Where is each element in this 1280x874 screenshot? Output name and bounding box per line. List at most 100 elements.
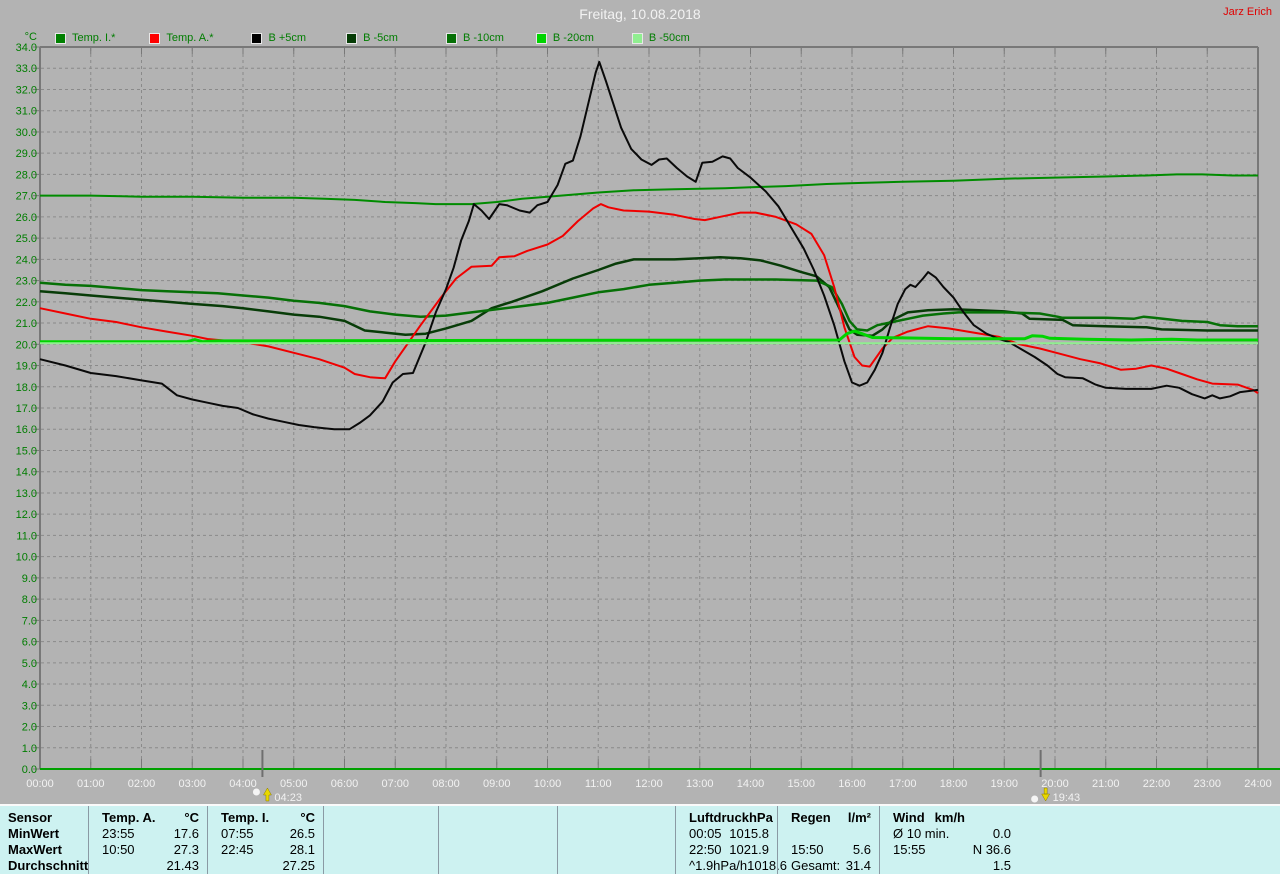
x-tick-label: 18:00 <box>940 778 968 790</box>
table-row <box>324 842 438 858</box>
y-tick-label: 30.0 <box>16 127 37 139</box>
table-row <box>439 826 557 842</box>
x-tick-label: 17:00 <box>889 778 917 790</box>
y-tick-label: 32.0 <box>16 84 37 96</box>
cell-right <box>452 826 549 842</box>
cell-left: Regen <box>791 810 831 825</box>
table-section-header: Temp. A. °C <box>89 810 207 826</box>
sunset-marker-time-label: 19:43 <box>1053 792 1081 804</box>
sunrise-marker-icon <box>252 787 272 802</box>
y-tick-label: 33.0 <box>16 63 37 75</box>
cell-left: 00:05 <box>689 826 722 841</box>
y-tick-label: 9.0 <box>22 573 37 585</box>
table-row <box>558 842 675 858</box>
table-section-header <box>439 810 557 826</box>
table-row: 22:50 1021.9 <box>676 842 777 858</box>
cell-right: 28.1 <box>289 842 315 857</box>
cell-right <box>452 842 549 858</box>
cell-right: hPa <box>748 810 773 825</box>
cell-right: 0.0 <box>992 826 1011 841</box>
sunset-marker-icon <box>1031 787 1051 803</box>
cell-right: km/h <box>934 810 965 825</box>
table-section-header: Temp. I. °C <box>208 810 323 826</box>
x-tick-label: 12:00 <box>635 778 663 790</box>
x-tick-label: 04:00 <box>229 778 257 790</box>
x-tick-label: 11:00 <box>585 778 612 790</box>
cell-right: 5.6 <box>852 842 871 857</box>
y-tick-label: 8.0 <box>22 594 37 606</box>
cell-left: 22:45 <box>221 842 254 857</box>
table-row: 21.43 <box>89 858 207 874</box>
cell-right <box>571 842 667 858</box>
y-tick-label: 24.0 <box>16 254 37 266</box>
cell-left: 07:55 <box>221 826 254 841</box>
x-tick-label: 07:00 <box>381 778 409 790</box>
cell-left: 15:50 <box>791 842 824 857</box>
sunrise-marker-time-label: 04:23 <box>274 792 302 804</box>
cell-left: 15:55 <box>893 842 926 857</box>
x-tick-label: 15:00 <box>787 778 815 790</box>
table-row <box>558 858 675 874</box>
y-tick-label: 21.0 <box>16 318 37 330</box>
table-row-label: MaxWert <box>8 842 62 857</box>
cell-right: N 36.6 <box>972 842 1011 857</box>
y-tick-label: 34.0 <box>16 42 37 54</box>
table-row: 27.25 <box>208 858 323 874</box>
table-section-empty-2 <box>438 806 557 874</box>
table-row: 23:55 17.6 <box>89 826 207 842</box>
x-tick-label: 22:00 <box>1143 778 1171 790</box>
cell-left: 10:50 <box>102 842 135 857</box>
cell-left: Temp. A. <box>102 810 156 825</box>
cell-left: Ø 10 min. <box>893 826 950 841</box>
x-tick-label: 23:00 <box>1193 778 1221 790</box>
cell-right: °C <box>184 810 199 825</box>
cell-right <box>337 858 430 874</box>
y-tick-label: 14.0 <box>16 467 37 479</box>
y-tick-label: 19.0 <box>16 361 37 373</box>
x-tick-label: 13:00 <box>686 778 714 790</box>
x-tick-label: 01:00 <box>77 778 105 790</box>
table-row: 07:55 26.5 <box>208 826 323 842</box>
y-tick-label: 23.0 <box>16 276 37 288</box>
table-section-header <box>558 810 675 826</box>
y-tick-label: 10.0 <box>16 552 37 564</box>
y-tick-label: 20.0 <box>16 339 37 351</box>
y-tick-label: 13.0 <box>16 488 37 500</box>
table-section-empty-3 <box>557 806 675 874</box>
x-tick-label: 03:00 <box>178 778 206 790</box>
y-tick-label: 5.0 <box>22 658 37 670</box>
cell-right: 27.25 <box>282 858 315 873</box>
cell-right: 1015.8 <box>729 826 769 841</box>
cell-left: Gesamt: <box>791 858 841 873</box>
y-tick-label: 11.0 <box>16 530 37 542</box>
y-tick-label: 31.0 <box>16 106 37 118</box>
table-row <box>439 842 557 858</box>
y-tick-label: 15.0 <box>16 445 37 457</box>
table-row <box>324 826 438 842</box>
x-tick-label: 10:00 <box>534 778 562 790</box>
x-tick-label: 19:00 <box>990 778 1018 790</box>
table-section-luftdruck: Luftdruck hPa 00:05 1015.8 22:50 1021.9 ^1.9hP… <box>675 806 787 874</box>
y-tick-label: 7.0 <box>22 615 37 627</box>
table-row <box>558 826 675 842</box>
cell-left: Wind <box>893 810 925 825</box>
cell-right <box>452 810 549 826</box>
cell-left: Temp. I. <box>221 810 270 825</box>
table-row: 15:55 N 36.6 <box>880 842 1019 858</box>
x-tick-label: 06:00 <box>331 778 359 790</box>
table-section-temp-i: Temp. I. °C 07:55 26.5 22:45 28.1 27.25 <box>207 806 323 874</box>
cell-right <box>571 858 667 874</box>
y-tick-label: 12.0 <box>16 509 37 521</box>
y-tick-label: 1.0 <box>22 743 37 755</box>
y-tick-label: 18.0 <box>16 382 37 394</box>
x-tick-label: 14:00 <box>737 778 765 790</box>
table-section-wind: Wind km/h Ø 10 min. 0.0 15:55 N 36.6 1.5 <box>879 806 1019 874</box>
table-row <box>778 826 879 842</box>
cell-right <box>452 858 549 874</box>
cell-right: 26.5 <box>289 826 315 841</box>
cell-right: 17.6 <box>173 826 199 841</box>
y-tick-label: 28.0 <box>16 169 37 181</box>
y-tick-label: 3.0 <box>22 700 37 712</box>
table-row: ^1.9hPa/h 1018.6 <box>676 858 787 874</box>
x-tick-label: 09:00 <box>483 778 511 790</box>
